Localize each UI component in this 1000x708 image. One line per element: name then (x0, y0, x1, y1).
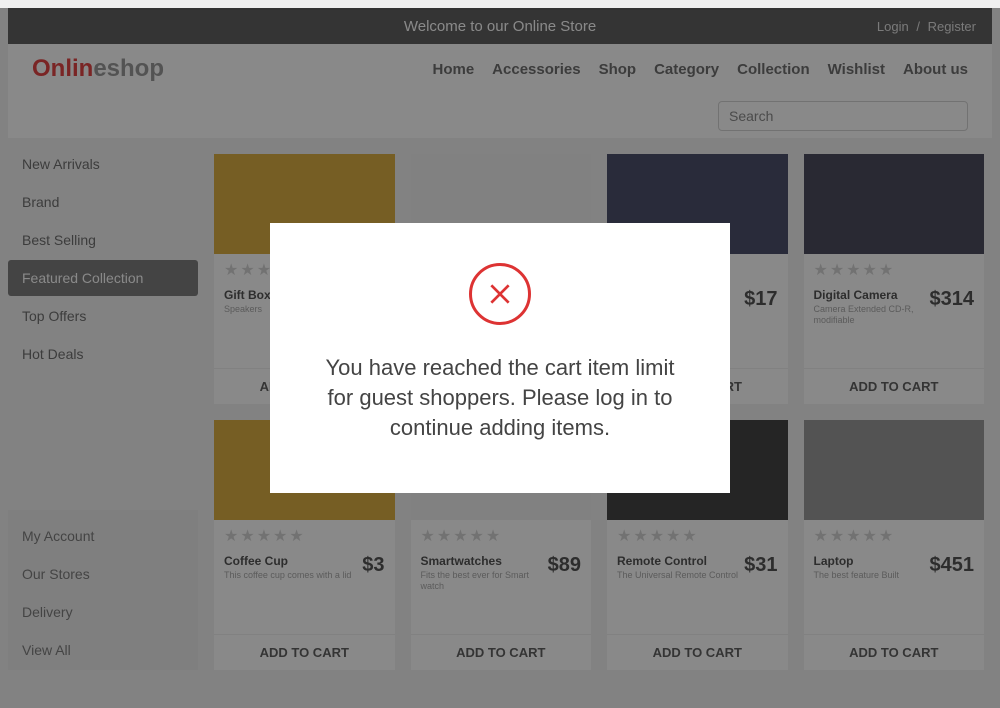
error-icon (469, 263, 531, 325)
modal: You have reached the cart item limit for… (270, 223, 730, 492)
modal-overlay[interactable]: You have reached the cart item limit for… (0, 8, 1000, 708)
modal-message: You have reached the cart item limit for… (310, 353, 690, 442)
